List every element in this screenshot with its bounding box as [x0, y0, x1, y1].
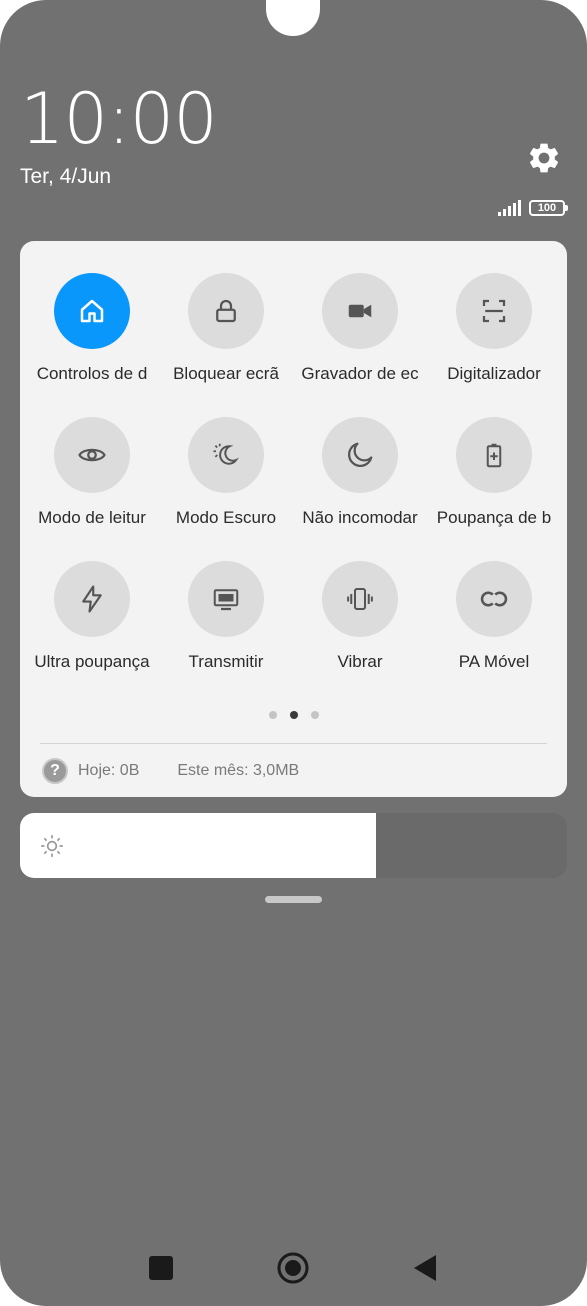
- tile-battery-saver[interactable]: Poupança de b: [427, 417, 561, 529]
- vibrate-icon: [322, 561, 398, 637]
- recent-apps-button[interactable]: [149, 1256, 173, 1280]
- panel-drag-handle[interactable]: [265, 896, 322, 903]
- tile-lock-screen[interactable]: Bloquear ecrã: [159, 273, 293, 385]
- tile-label: PA Móvel: [458, 652, 530, 671]
- cast-screen-icon: [188, 561, 264, 637]
- tile-label: Controlos de d: [36, 364, 148, 383]
- page-dot[interactable]: [268, 711, 277, 719]
- tile-reading-mode[interactable]: Modo de leitur: [25, 417, 159, 529]
- tile-label: Transmitir: [188, 652, 264, 671]
- camera-notch: [266, 0, 320, 36]
- quick-settings-panel: Controlos de d Bloquear ecrã Gravador de…: [20, 241, 567, 797]
- clock: 10:00: [20, 78, 218, 160]
- usage-month: Este mês: 3,0MB: [177, 762, 300, 779]
- home-button[interactable]: [277, 1252, 309, 1284]
- moon-icon: [322, 417, 398, 493]
- tile-label: Vibrar: [337, 652, 383, 671]
- back-button[interactable]: [413, 1254, 437, 1282]
- page-indicator: [20, 711, 567, 719]
- brightness-slider[interactable]: [20, 813, 567, 878]
- tile-mobile-hotspot[interactable]: PA Móvel: [427, 561, 561, 673]
- video-camera-icon: [322, 273, 398, 349]
- page-dot[interactable]: [310, 711, 319, 719]
- brightness-fill: [20, 813, 376, 878]
- signal-strength-icon: [498, 200, 521, 216]
- tile-label: Não incomodar: [302, 508, 418, 527]
- lock-icon: [188, 273, 264, 349]
- tile-screen-recorder[interactable]: Gravador de ec: [293, 273, 427, 385]
- tile-label: Ultra poupança: [34, 652, 150, 671]
- hotspot-link-icon: [456, 561, 532, 637]
- page-dot-current[interactable]: [289, 711, 298, 719]
- help-icon[interactable]: ?: [42, 758, 68, 784]
- tile-label: Modo Escuro: [175, 508, 277, 527]
- tile-cast[interactable]: Transmitir: [159, 561, 293, 673]
- eye-icon: [54, 417, 130, 493]
- battery-icon: 100: [529, 200, 568, 216]
- tile-scanner[interactable]: Digitalizador: [427, 273, 561, 385]
- phone-screen: 10:00 Ter, 4/Jun 100 Controlos de d Bloq…: [0, 0, 587, 1306]
- settings-gear-icon[interactable]: [526, 140, 562, 176]
- tile-dark-mode[interactable]: Modo Escuro: [159, 417, 293, 529]
- tile-label: Digitalizador: [447, 364, 541, 383]
- tile-do-not-disturb[interactable]: Não incomodar: [293, 417, 427, 529]
- sun-icon: [41, 835, 63, 857]
- home-icon: [54, 273, 130, 349]
- date: Ter, 4/Jun: [20, 165, 112, 188]
- data-usage: ? Hoje: 0B Este mês: 3,0MB: [42, 758, 299, 784]
- status-bar: 100: [498, 200, 568, 216]
- tile-label: Modo de leitur: [38, 508, 146, 527]
- tile-ultra-saver[interactable]: Ultra poupança: [25, 561, 159, 673]
- battery-saver-icon: [456, 417, 532, 493]
- scan-icon: [456, 273, 532, 349]
- dark-mode-icon: [188, 417, 264, 493]
- tile-label: Gravador de ec: [301, 364, 419, 383]
- tile-label: Bloquear ecrã: [173, 364, 279, 383]
- lightning-icon: [54, 561, 130, 637]
- tile-device-controls[interactable]: Controlos de d: [25, 273, 159, 385]
- tile-label: Poupança de b: [436, 508, 552, 527]
- tile-vibrate[interactable]: Vibrar: [293, 561, 427, 673]
- navigation-bar: [0, 1238, 587, 1298]
- usage-today: Hoje: 0B: [78, 762, 140, 779]
- divider: [40, 743, 547, 744]
